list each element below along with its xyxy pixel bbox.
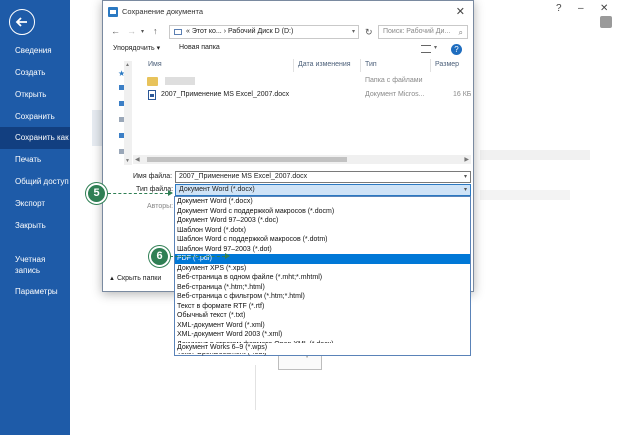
backstage-item-info[interactable]: Сведения <box>0 40 70 62</box>
computer-icon <box>174 29 182 35</box>
scroll-right-icon[interactable]: ▶ <box>464 156 469 163</box>
help-button[interactable]: ? <box>451 44 462 55</box>
divider <box>255 365 256 410</box>
authors-label: Авторы: <box>147 203 174 210</box>
folder-icon <box>147 77 158 86</box>
filetype-option[interactable]: Веб-страница с фильтром (*.htm;*.html) <box>175 292 470 302</box>
backstage-item-print[interactable]: Печать <box>0 149 70 171</box>
blurred-text <box>480 150 590 160</box>
file-size: 16 КБ <box>453 91 472 98</box>
dialog-titlebar: Сохранение документа ✕ <box>103 1 473 23</box>
user-avatar-icon[interactable] <box>600 16 612 28</box>
backstage-item-close[interactable]: Закрыть <box>0 215 70 237</box>
address-bar[interactable]: « Этот ко... › Рабочий Диск D (D:) ▾ <box>169 25 359 39</box>
up-arrow-icon[interactable]: ↑ <box>153 26 158 36</box>
horizontal-scrollbar[interactable]: ◀ ▶ <box>133 155 471 164</box>
forward-arrow-icon[interactable]: → <box>127 26 136 36</box>
filename-label: Имя файла: <box>133 173 173 180</box>
chevron-up-icon: ▲ <box>109 276 115 282</box>
dialog-title: Сохранение документа <box>122 7 204 16</box>
file-type: Папка с файлами <box>365 77 423 84</box>
step-arrow-6 <box>170 253 230 259</box>
file-name: 2007_Применение MS Excel_2007.docx <box>161 91 290 98</box>
filetype-option[interactable]: Документ Works 6–9 (*.wps) <box>175 343 375 353</box>
backstage-panel: Сведения Создать Открыть Сохранить Сохра… <box>0 0 70 435</box>
column-size[interactable]: Размер <box>435 61 459 68</box>
backstage-item-options[interactable]: Параметры <box>0 281 70 303</box>
hide-folders-button[interactable]: ▲ Скрыть папки <box>109 275 161 282</box>
file-row-folder[interactable]: Папка с файлами <box>143 75 468 88</box>
chevron-down-icon[interactable]: ▾ <box>464 172 467 182</box>
filetype-option[interactable]: Шаблон Word с поддержкой макросов (*.dot… <box>175 235 470 245</box>
filetype-option[interactable]: Веб-страница (*.htm;*.html) <box>175 283 470 293</box>
file-list-header: Имя Дата изменения Тип Размер <box>143 59 468 72</box>
column-separator <box>360 59 361 72</box>
filetype-value: Документ Word (*.docx) <box>179 186 255 193</box>
scroll-thumb[interactable] <box>147 157 347 162</box>
filetype-option[interactable]: Обычный текст (*.txt) <box>175 311 470 321</box>
filetype-option[interactable]: Документ Word (*.docx) <box>175 197 470 207</box>
column-date[interactable]: Дата изменения <box>298 61 351 68</box>
word-doc-icon <box>108 7 118 17</box>
filetype-option[interactable]: Шаблон Word (*.dotx) <box>175 226 470 236</box>
backstage-item-save[interactable]: Сохранить <box>0 106 70 128</box>
backstage-item-new[interactable]: Создать <box>0 62 70 84</box>
file-type: Документ Micros... <box>365 91 425 98</box>
window-help-button[interactable]: ? <box>556 3 562 14</box>
backstage-item-share[interactable]: Общий доступ <box>0 171 70 193</box>
filetype-option[interactable]: XML-документ Word 2003 (*.xml) <box>175 330 470 340</box>
navigation-pane: ★ <box>113 61 132 165</box>
window-close-button[interactable]: ✕ <box>600 3 608 14</box>
word-doc-icon <box>148 90 156 100</box>
recent-chevron-icon[interactable]: ▾ <box>141 28 144 35</box>
navigation-bar: ← → ▾ ↑ « Этот ко... › Рабочий Диск D (D… <box>103 23 473 41</box>
blurred-folder-name <box>165 77 195 85</box>
step-badge-6: 6 <box>149 246 170 267</box>
filetype-option[interactable]: Документ Word 97–2003 (*.doc) <box>175 216 470 226</box>
view-options-icon[interactable] <box>421 45 431 53</box>
search-icon: ⌕ <box>458 28 463 37</box>
search-placeholder: Поиск: Рабочий Ди... <box>383 28 451 35</box>
chevron-down-icon[interactable]: ▾ <box>464 185 467 195</box>
hide-folders-label: Скрыть папки <box>116 275 162 282</box>
filetype-option[interactable]: Текст в формате RTF (*.rtf) <box>175 302 470 312</box>
chevron-down-icon[interactable]: ▾ <box>434 44 437 51</box>
back-arrow-icon <box>15 17 27 27</box>
dialog-close-button[interactable]: ✕ <box>456 5 465 18</box>
filetype-option[interactable]: XML-документ Word (*.xml) <box>175 321 470 331</box>
column-type[interactable]: Тип <box>365 61 377 68</box>
location-strip <box>92 110 102 146</box>
back-button[interactable] <box>9 9 35 35</box>
blurred-text <box>480 190 570 200</box>
backstage-item-open[interactable]: Открыть <box>0 84 70 106</box>
backstage-item-export[interactable]: Экспорт <box>0 193 70 215</box>
nav-scrollbar[interactable] <box>124 61 132 165</box>
filetype-option[interactable]: Веб-страница в одном файле (*.mht;*.mhtm… <box>175 273 470 283</box>
organize-button[interactable]: Упорядочить ▾ <box>113 44 160 52</box>
step-badge-5: 5 <box>86 183 107 204</box>
column-name[interactable]: Имя <box>148 61 162 68</box>
filetype-option[interactable]: Документ XPS (*.xps) <box>175 264 470 274</box>
filetype-dropdown: Документ Word (*.docx) Документ Word с п… <box>174 196 471 356</box>
chevron-down-icon[interactable]: ▾ <box>352 26 355 38</box>
file-row-document[interactable]: 2007_Применение MS Excel_2007.docx Докум… <box>143 89 472 102</box>
window-minimize-button[interactable]: – <box>578 3 584 14</box>
address-path: « Этот ко... › Рабочий Диск D (D:) <box>186 28 294 35</box>
filename-input[interactable]: 2007_Применение MS Excel_2007.docx ▾ <box>175 171 471 183</box>
backstage-item-account[interactable]: Учетная запись <box>0 253 70 277</box>
filetype-option[interactable]: Шаблон Word 97–2003 (*.dot) <box>175 245 470 255</box>
back-arrow-icon[interactable]: ← <box>111 26 120 36</box>
search-input[interactable]: Поиск: Рабочий Ди... ⌕ <box>378 25 468 39</box>
filetype-option[interactable]: Документ Word с поддержкой макросов (*.d… <box>175 207 470 217</box>
step-arrow-5 <box>108 190 173 196</box>
column-separator <box>293 59 294 72</box>
column-separator <box>430 59 431 72</box>
filename-value: 2007_Применение MS Excel_2007.docx <box>179 173 308 180</box>
scroll-left-icon[interactable]: ◀ <box>135 156 140 163</box>
filetype-select[interactable]: Документ Word (*.docx) ▾ <box>175 184 471 196</box>
new-folder-button[interactable]: Новая папка <box>179 44 220 51</box>
backstage-item-save-as[interactable]: Сохранить как <box>0 127 70 149</box>
dialog-toolbar: Упорядочить ▾ Новая папка ▾ ? <box>103 41 473 58</box>
refresh-icon[interactable]: ↻ <box>365 27 373 38</box>
